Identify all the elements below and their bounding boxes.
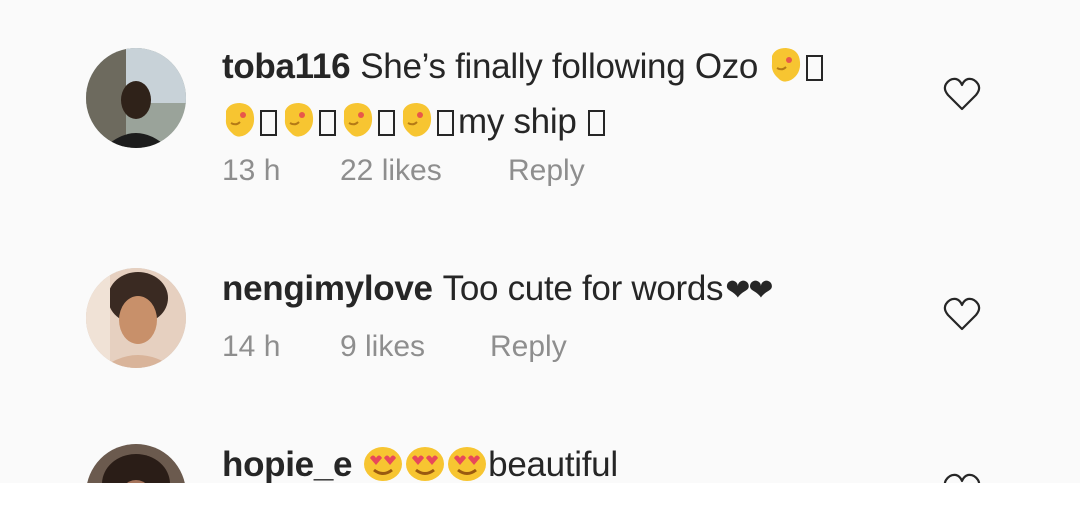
- comment-body: Too cute for words: [442, 269, 724, 308]
- comment-likes[interactable]: 22 likes: [340, 154, 508, 188]
- comment-text: nengimylove Too cute for words❤❤: [222, 264, 912, 315]
- heart-outline-icon: [943, 77, 981, 111]
- comment-text: hopie_e beautiful: [222, 440, 912, 483]
- heart-outline-icon: [943, 473, 981, 483]
- reply-button[interactable]: Reply: [508, 154, 585, 188]
- like-button[interactable]: [942, 76, 982, 112]
- comment-body: She’s finally following Ozo: [360, 47, 759, 86]
- missing-glyph-icon: [437, 110, 454, 136]
- missing-glyph-icon: [378, 110, 395, 136]
- avatar[interactable]: [86, 48, 186, 148]
- comment-meta: 13 h 22 likes Reply: [222, 154, 585, 188]
- comment-username[interactable]: toba116: [222, 47, 351, 86]
- comments-panel: toba116 She’s finally following Ozo my sh…: [0, 0, 1080, 483]
- heart-eyes-emoji: [405, 444, 445, 483]
- reply-button[interactable]: Reply: [490, 330, 567, 364]
- heart-eyes-emoji: [363, 444, 403, 483]
- missing-glyph-icon: [587, 110, 605, 136]
- comment-time: 14 h: [222, 330, 281, 363]
- comment-username[interactable]: hopie_e: [222, 445, 352, 483]
- kissing-face-emoji: [341, 101, 375, 152]
- kissing-face-emoji: [282, 101, 316, 152]
- avatar[interactable]: [86, 444, 186, 483]
- heart-eyes-emoji: [447, 444, 487, 483]
- heart-emoji: ❤❤: [725, 274, 773, 307]
- comment-body-tail: my ship: [458, 102, 577, 141]
- missing-glyph-icon: [805, 55, 823, 81]
- missing-glyph-icon: [319, 110, 336, 136]
- comment-time: 13 h: [222, 154, 281, 187]
- comment-body: beautiful: [488, 445, 618, 483]
- kissing-face-emoji: [400, 101, 434, 152]
- comment-text: toba116 She’s finally following Ozo my sh…: [222, 42, 912, 152]
- heart-outline-icon: [943, 297, 981, 331]
- like-button[interactable]: [942, 472, 982, 483]
- kissing-face-emoji: [769, 46, 803, 97]
- like-button[interactable]: [942, 296, 982, 332]
- avatar[interactable]: [86, 268, 186, 368]
- comment-meta: 14 h 9 likes Reply: [222, 330, 567, 364]
- comment-username[interactable]: nengimylove: [222, 269, 433, 308]
- kissing-face-emoji: [223, 101, 257, 152]
- missing-glyph-icon: [260, 110, 277, 136]
- comment-likes[interactable]: 9 likes: [340, 330, 490, 364]
